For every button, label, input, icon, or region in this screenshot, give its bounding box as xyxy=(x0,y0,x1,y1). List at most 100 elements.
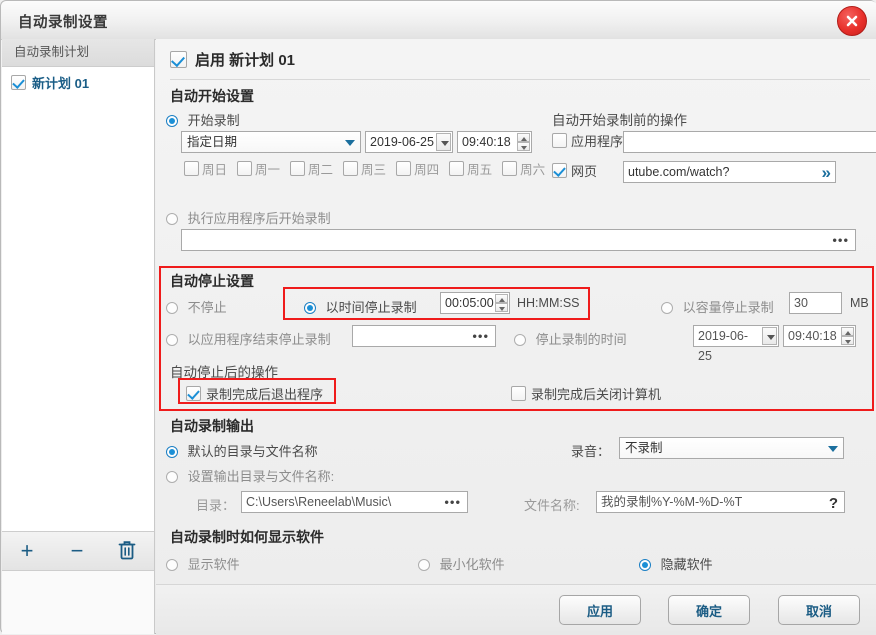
sidebar-item-plan[interactable]: 新计划 01 xyxy=(2,67,154,97)
stop-time-field[interactable]: 09:40:18 xyxy=(783,325,856,347)
exit-program-row[interactable]: 录制完成后退出程序 xyxy=(186,384,323,403)
display-minimize-row[interactable]: 最小化软件 xyxy=(418,554,505,573)
weekday-sat[interactable]: 周六 xyxy=(499,159,545,178)
dir-browse-dots-icon[interactable]: ••• xyxy=(444,496,461,509)
stop-by-app-end-radio[interactable] xyxy=(166,334,178,346)
start-record-radio[interactable] xyxy=(166,115,178,127)
date-dropdown-arrow-icon[interactable] xyxy=(436,133,451,151)
weekday-thu-checkbox[interactable] xyxy=(396,161,412,176)
after-app-browse-dots-icon[interactable]: ••• xyxy=(832,234,849,247)
dir-label: 目录： xyxy=(196,498,236,513)
no-stop-radio-row[interactable]: 不停止 xyxy=(166,297,227,316)
enable-plan-checkbox[interactable] xyxy=(170,51,187,68)
stop-date-field[interactable]: 2019-06-25 xyxy=(693,325,779,363)
shutdown-checkbox[interactable] xyxy=(511,386,526,401)
weekday-wed[interactable]: 周三 xyxy=(340,159,386,178)
size-field[interactable]: 30 xyxy=(789,292,842,314)
weekday-wed-checkbox[interactable] xyxy=(343,161,359,176)
weekday-tue[interactable]: 周二 xyxy=(287,159,333,178)
filename-input[interactable]: 我的录制%Y-%M-%D-%T ? xyxy=(596,491,845,513)
stop-app-end-input[interactable]: ••• xyxy=(352,325,496,347)
custom-dir-label: 设置输出目录与文件名称: xyxy=(187,469,335,484)
start-time-field[interactable]: 09:40:18 xyxy=(457,131,532,153)
start-record-radio-row[interactable]: 开始录制 xyxy=(166,110,240,129)
weekday-wed-label: 周三 xyxy=(361,163,387,177)
after-app-radio-row[interactable]: 执行应用程序后开始录制 xyxy=(166,208,331,227)
custom-dir-radio[interactable] xyxy=(166,471,178,483)
after-app-radio[interactable] xyxy=(166,213,178,225)
weekday-sun[interactable]: 周日 xyxy=(181,159,227,178)
stop-by-time-label: 以时间停止录制 xyxy=(325,300,417,315)
after-app-path-input[interactable]: ••• xyxy=(181,229,856,251)
footer: 应用 确定 取消 xyxy=(156,584,876,635)
duration-spinner[interactable] xyxy=(495,294,508,312)
display-show-radio[interactable] xyxy=(166,559,178,571)
stop-time-spinner[interactable] xyxy=(841,327,854,345)
close-button[interactable] xyxy=(837,6,867,36)
stop-by-size-radio[interactable] xyxy=(661,302,673,314)
display-show-row[interactable]: 显示软件 xyxy=(166,554,240,573)
delete-plan-button[interactable] xyxy=(102,539,152,564)
duration-field[interactable]: 00:05:00 xyxy=(440,292,510,314)
start-date-field[interactable]: 2019-06-25 xyxy=(365,131,453,153)
display-section-title: 自动录制时如何显示软件 xyxy=(170,529,324,545)
weekday-mon-label: 周一 xyxy=(255,163,281,177)
weekday-fri[interactable]: 周五 xyxy=(446,159,492,178)
no-stop-radio[interactable] xyxy=(166,302,178,314)
audio-value: 不录制 xyxy=(625,441,663,455)
audio-select[interactable]: 不录制 xyxy=(619,437,844,459)
weekday-fri-checkbox[interactable] xyxy=(449,161,465,176)
stop-date-dropdown-arrow-icon[interactable] xyxy=(762,327,777,345)
filename-help-icon[interactable]: ? xyxy=(829,494,838,514)
stop-by-app-end-radio-row[interactable]: 以应用程序结束停止录制 xyxy=(166,329,331,348)
web-checkbox-row[interactable]: 网页 xyxy=(552,161,597,180)
weekday-sun-checkbox[interactable] xyxy=(184,161,199,176)
stop-by-size-radio-row[interactable]: 以容量停止录制 xyxy=(661,297,774,316)
app-checkbox-label: 应用程序 xyxy=(571,134,624,149)
app-checkbox[interactable] xyxy=(552,133,567,148)
no-stop-label: 不停止 xyxy=(187,300,227,315)
sidebar-header: 自动录制计划 xyxy=(2,39,154,67)
weekday-mon[interactable]: 周一 xyxy=(234,159,280,178)
weekday-thu[interactable]: 周四 xyxy=(393,159,439,178)
stop-by-time-radio-row[interactable]: 以时间停止录制 xyxy=(304,297,417,316)
weekday-mon-checkbox[interactable] xyxy=(237,161,253,176)
enable-plan-label: 启用 新计划 01 xyxy=(195,52,296,69)
stop-at-time-radio[interactable] xyxy=(514,334,526,346)
app-path-input[interactable]: ••• » xyxy=(623,131,876,153)
enable-plan-row[interactable]: 启用 新计划 01 xyxy=(170,49,295,70)
display-hide-row[interactable]: 隐藏软件 xyxy=(639,554,713,573)
stop-app-browse-dots-icon[interactable]: ••• xyxy=(472,330,489,343)
start-time-spinner[interactable] xyxy=(517,133,530,151)
web-url-input[interactable]: utube.com/watch?v=JKnMDLy66lw » xyxy=(623,161,836,183)
shutdown-row[interactable]: 录制完成后关闭计算机 xyxy=(511,384,661,403)
custom-dir-radio-row[interactable]: 设置输出目录与文件名称: xyxy=(166,466,334,485)
default-dir-radio-row[interactable]: 默认的目录与文件名称 xyxy=(166,441,318,460)
add-plan-button[interactable]: + xyxy=(2,540,52,562)
display-minimize-label: 最小化软件 xyxy=(439,557,505,572)
filename-value: 我的录制%Y-%M-%D-%T xyxy=(601,495,743,509)
default-dir-radio[interactable] xyxy=(166,446,178,458)
weekday-tue-checkbox[interactable] xyxy=(290,161,306,176)
stop-by-time-radio[interactable] xyxy=(304,302,316,314)
web-expand-icon[interactable]: » xyxy=(822,164,831,181)
remove-plan-button[interactable]: − xyxy=(52,540,102,562)
display-hide-label: 隐藏软件 xyxy=(660,557,713,572)
date-mode-select[interactable]: 指定日期 xyxy=(181,131,361,153)
dir-input[interactable]: C:\Users\Reneelab\Music\ ••• xyxy=(241,491,468,513)
plan-checkbox[interactable] xyxy=(11,74,26,90)
stop-at-time-radio-row[interactable]: 停止录制的时间 xyxy=(514,329,627,348)
display-hide-radio[interactable] xyxy=(639,559,651,571)
exit-program-checkbox[interactable] xyxy=(186,386,201,401)
cancel-button[interactable]: 取消 xyxy=(778,595,860,625)
weekday-fri-label: 周五 xyxy=(467,163,493,177)
apply-button[interactable]: 应用 xyxy=(559,595,641,625)
app-checkbox-row[interactable]: 应用程序 xyxy=(552,131,623,150)
dir-value: C:\Users\Reneelab\Music\ xyxy=(246,495,392,509)
title-bar: 自动录制设置 xyxy=(1,1,876,40)
weekday-sat-checkbox[interactable] xyxy=(502,161,518,176)
display-minimize-radio[interactable] xyxy=(418,559,430,571)
web-checkbox[interactable] xyxy=(552,163,567,178)
weekday-thu-label: 周四 xyxy=(414,163,440,177)
ok-button[interactable]: 确定 xyxy=(668,595,750,625)
